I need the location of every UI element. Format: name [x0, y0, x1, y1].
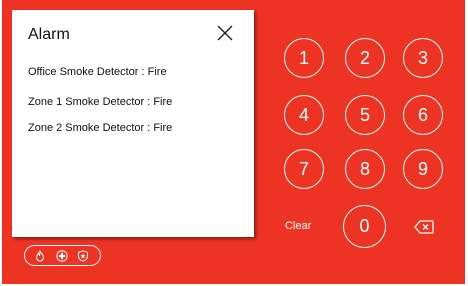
keypad-key-2[interactable]: 2 — [345, 38, 385, 78]
alarm-screen: Alarm Office Smoke Detector : Fire Zone … — [2, 0, 465, 284]
alarm-item: Zone 1 Smoke Detector : Fire — [28, 96, 173, 108]
alarm-type-selector[interactable] — [24, 245, 101, 266]
backspace-icon[interactable] — [414, 220, 434, 234]
alarm-title: Alarm — [28, 26, 70, 43]
close-icon[interactable] — [216, 24, 234, 42]
keypad-key-9[interactable]: 9 — [403, 149, 443, 189]
alarm-item: Zone 2 Smoke Detector : Fire — [28, 122, 173, 134]
alarm-item: Office Smoke Detector : Fire — [28, 66, 167, 78]
keypad-key-4[interactable]: 4 — [284, 95, 324, 135]
keypad-key-3[interactable]: 3 — [403, 38, 443, 78]
keypad-key-5[interactable]: 5 — [345, 95, 385, 135]
clear-button[interactable]: Clear — [285, 220, 311, 232]
alarm-panel: Alarm Office Smoke Detector : Fire Zone … — [12, 10, 254, 237]
keypad-key-7[interactable]: 7 — [284, 149, 324, 189]
medical-icon — [56, 250, 68, 262]
police-badge-icon — [78, 250, 88, 262]
keypad-key-0[interactable]: 0 — [343, 205, 386, 248]
keypad-key-6[interactable]: 6 — [403, 95, 443, 135]
fire-icon — [35, 250, 45, 262]
keypad-key-1[interactable]: 1 — [284, 38, 324, 78]
keypad-key-8[interactable]: 8 — [345, 149, 385, 189]
